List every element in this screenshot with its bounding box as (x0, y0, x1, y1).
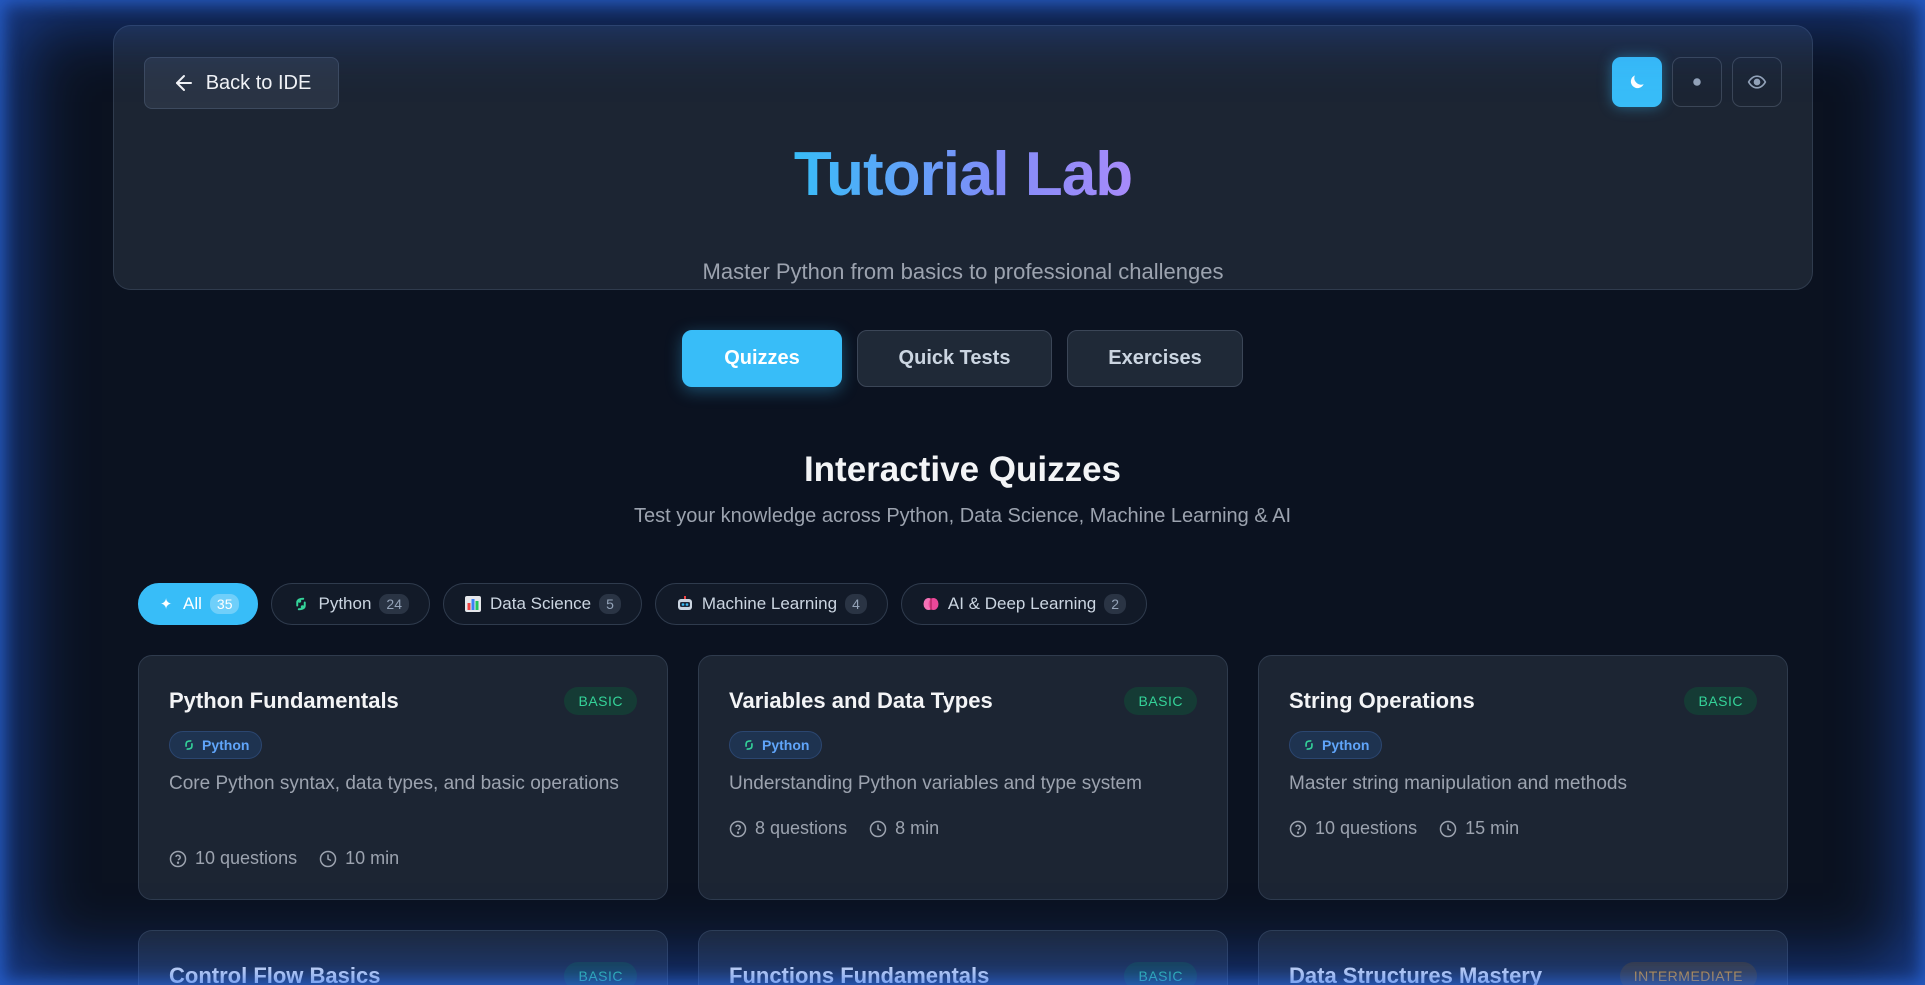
theme-contrast-button[interactable] (1732, 57, 1782, 107)
section-subtitle: Test your knowledge across Python, Data … (633, 505, 1292, 527)
tab-quizzes[interactable]: Quizzes (682, 330, 842, 387)
page-subtitle: Master Python from basics to professiona… (702, 259, 1224, 284)
clock-icon (319, 850, 337, 867)
filter-label: Python (318, 594, 372, 613)
quiz-meta: 8 questions 8 min (729, 818, 939, 839)
category-label: Python (1322, 737, 1370, 753)
python-icon (185, 740, 193, 750)
quiz-title: Control Flow Basics (169, 963, 381, 985)
sparkle-icon: ✦ (159, 596, 173, 613)
category-filters: ✦ All 35 Python 24 Data Science 5 Machin… (138, 583, 1148, 625)
quiz-card[interactable]: Variables and Data Types BASIC Python Un… (698, 655, 1228, 900)
level-badge: INTERMEDIATE (1619, 962, 1757, 985)
quiz-title: Data Structures Mastery (1289, 963, 1543, 985)
page-title: Tutorial Lab (793, 140, 1133, 209)
brain-icon (922, 595, 940, 613)
eye-icon (1747, 75, 1767, 89)
category-badge: Python (169, 731, 263, 759)
quiz-title: Functions Fundamentals (729, 963, 990, 985)
filter-machine-learning[interactable]: Machine Learning 4 (654, 583, 888, 625)
back-to-ide-button[interactable]: Back to IDE (144, 57, 339, 109)
filter-count: 2 (1104, 594, 1127, 614)
level-badge: BASIC (1124, 687, 1197, 715)
quiz-duration: 15 min (1465, 818, 1520, 838)
filter-label: AI & Deep Learning (947, 594, 1097, 613)
quiz-duration: 10 min (345, 848, 400, 868)
question-icon (1289, 820, 1307, 837)
quiz-card[interactable]: String Operations BASIC Python Master st… (1258, 655, 1788, 900)
filter-data-science[interactable]: Data Science 5 (443, 583, 642, 625)
filter-ai-deep-learning[interactable]: AI & Deep Learning 2 (900, 583, 1148, 625)
question-icon (729, 820, 747, 837)
bar-chart-icon (464, 595, 482, 613)
quiz-description: Core Python syntax, data types, and basi… (169, 773, 619, 794)
quiz-card[interactable]: Data Structures Mastery INTERMEDIATE (1258, 930, 1788, 985)
python-icon (745, 740, 753, 750)
filter-count: 35 (209, 594, 240, 614)
theme-dark-button[interactable] (1612, 57, 1662, 107)
quiz-card[interactable]: Python Fundamentals BASIC Python Core Py… (138, 655, 668, 900)
header-card: Back to IDE Tutorial Lab Master Python f… (113, 25, 1813, 290)
arrow-left-icon (175, 75, 192, 91)
quiz-title: Variables and Data Types (729, 688, 993, 713)
python-icon (1305, 740, 1313, 750)
theme-dim-button[interactable] (1672, 57, 1722, 107)
level-badge: BASIC (564, 687, 637, 715)
clock-icon (869, 820, 887, 837)
filter-count: 4 (845, 594, 867, 614)
category-badge: Python (729, 731, 823, 759)
quiz-meta: 10 questions 10 min (169, 848, 399, 869)
filter-count: 24 (379, 594, 409, 614)
section-title: Interactive Quizzes (803, 450, 1122, 489)
filter-label: Data Science (490, 594, 592, 613)
tab-exercises[interactable]: Exercises (1067, 330, 1243, 387)
quiz-title: String Operations (1289, 688, 1475, 713)
filter-python[interactable]: Python 24 (271, 583, 430, 625)
quiz-description: Master string manipulation and methods (1289, 773, 1627, 794)
tutorial-lab-page: Back to IDE Tutorial Lab Master Python f… (0, 0, 1925, 985)
filter-label: All (183, 594, 202, 613)
filter-all[interactable]: ✦ All 35 (138, 583, 259, 625)
quiz-title: Python Fundamentals (169, 688, 399, 713)
moon-icon (1630, 75, 1644, 89)
filter-count: 5 (599, 594, 621, 614)
filter-label: Machine Learning (701, 594, 838, 613)
robot-icon (676, 595, 694, 613)
quiz-card[interactable]: Control Flow Basics BASIC (138, 930, 668, 985)
back-to-ide-label: Back to IDE (205, 71, 312, 94)
theme-switcher (1612, 57, 1782, 107)
dot-icon (1693, 78, 1701, 86)
category-label: Python (202, 737, 250, 753)
quiz-duration: 8 min (895, 818, 940, 838)
quiz-card[interactable]: Functions Fundamentals BASIC (698, 930, 1228, 985)
tab-quick-tests[interactable]: Quick Tests (857, 330, 1052, 387)
level-badge: BASIC (1124, 962, 1197, 985)
level-badge: BASIC (564, 962, 637, 985)
level-badge: BASIC (1684, 687, 1757, 715)
quiz-meta: 10 questions 15 min (1289, 818, 1519, 839)
mode-tabs: Quizzes Quick Tests Exercises (0, 330, 1925, 387)
question-icon (169, 850, 187, 867)
clock-icon (1439, 820, 1457, 837)
question-count: 10 questions (1315, 818, 1418, 838)
question-count: 10 questions (195, 848, 298, 868)
quiz-description: Understanding Python variables and type … (729, 773, 1142, 794)
category-label: Python (762, 737, 810, 753)
category-badge: Python (1289, 731, 1383, 759)
question-count: 8 questions (755, 818, 848, 838)
python-icon (292, 595, 310, 613)
